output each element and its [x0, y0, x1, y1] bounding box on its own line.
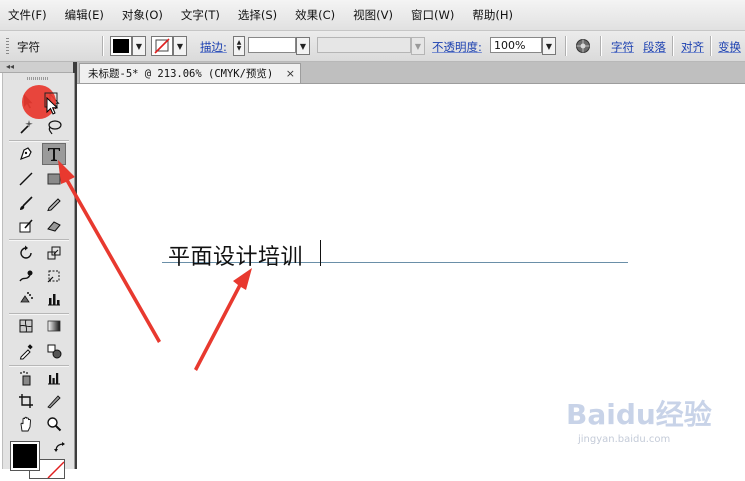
baidu-watermark: Baidu经验 — [566, 398, 712, 431]
red-arrow-to-type-tool — [58, 160, 161, 343]
red-arrow-to-text — [194, 268, 252, 371]
baidu-watermark-url: jingyan.baidu.com — [578, 434, 671, 445]
